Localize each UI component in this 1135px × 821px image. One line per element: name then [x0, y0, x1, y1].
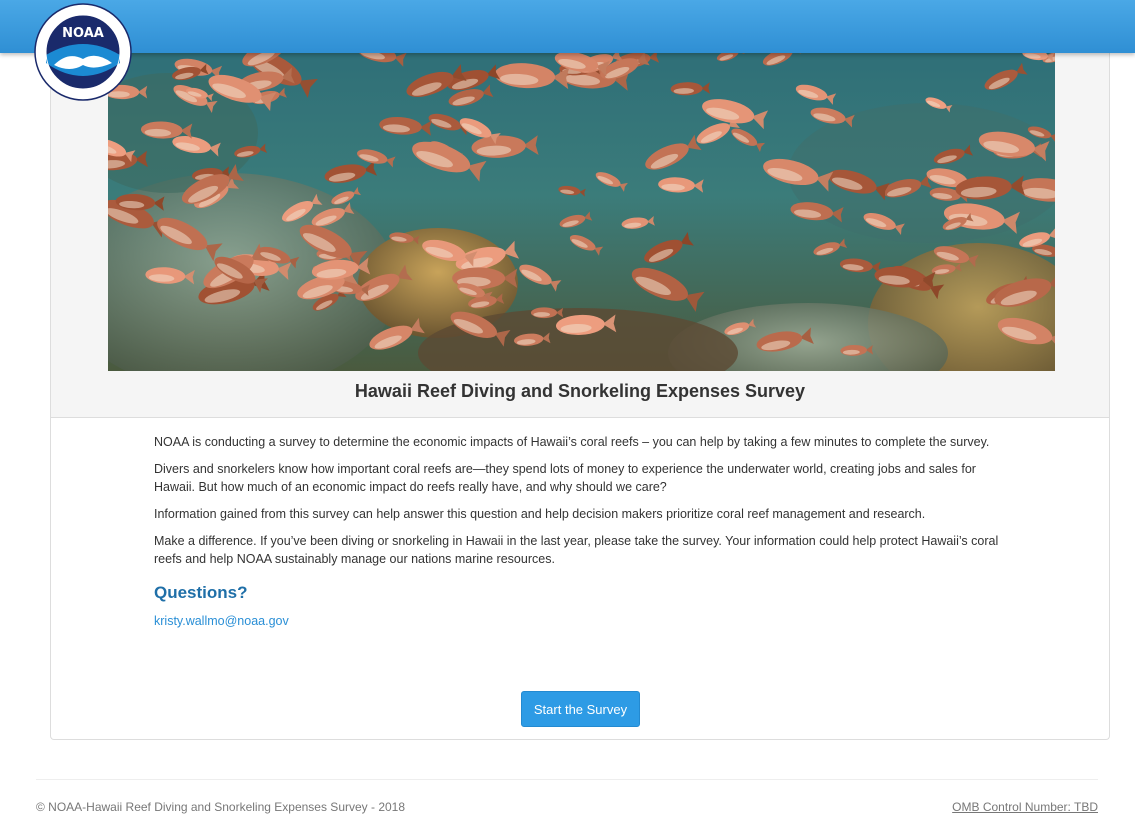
intro-paragraph-3: Information gained from this survey can … — [154, 507, 926, 521]
reef-photo — [108, 53, 1055, 371]
page-title: Hawaii Reef Diving and Snorkeling Expens… — [354, 381, 806, 401]
survey-panel: Hawaii Reef Diving and Snorkeling Expens… — [50, 53, 1110, 740]
top-navbar — [0, 0, 1135, 53]
omb-control-link[interactable]: OMB Control Number: TBD — [952, 800, 1098, 814]
start-survey-button[interactable]: Start the Survey — [521, 691, 640, 727]
questions-heading: Questions? — [154, 583, 248, 602]
logo-text: NOAA — [62, 26, 104, 41]
intro-paragraph-4: Make a difference. If you’ve been diving… — [154, 534, 999, 566]
noaa-seal-icon: NOAA — [34, 3, 132, 101]
intro-paragraph-2: Divers and snorkelers know how important… — [154, 462, 976, 494]
intro-paragraph-1: NOAA is conducting a survey to determine… — [154, 435, 990, 449]
footer-divider — [36, 779, 1098, 780]
contact-email-link[interactable]: kristy.wallmo@noaa.gov — [154, 614, 289, 628]
footer-copyright: © NOAA-Hawaii Reef Diving and Snorkeling… — [36, 800, 406, 814]
hero-image — [108, 53, 1055, 371]
survey-intro: NOAA is conducting a survey to determine… — [154, 433, 1004, 630]
panel-heading: Hawaii Reef Diving and Snorkeling Expens… — [51, 53, 1109, 418]
noaa-logo[interactable]: NOAA — [34, 3, 132, 101]
